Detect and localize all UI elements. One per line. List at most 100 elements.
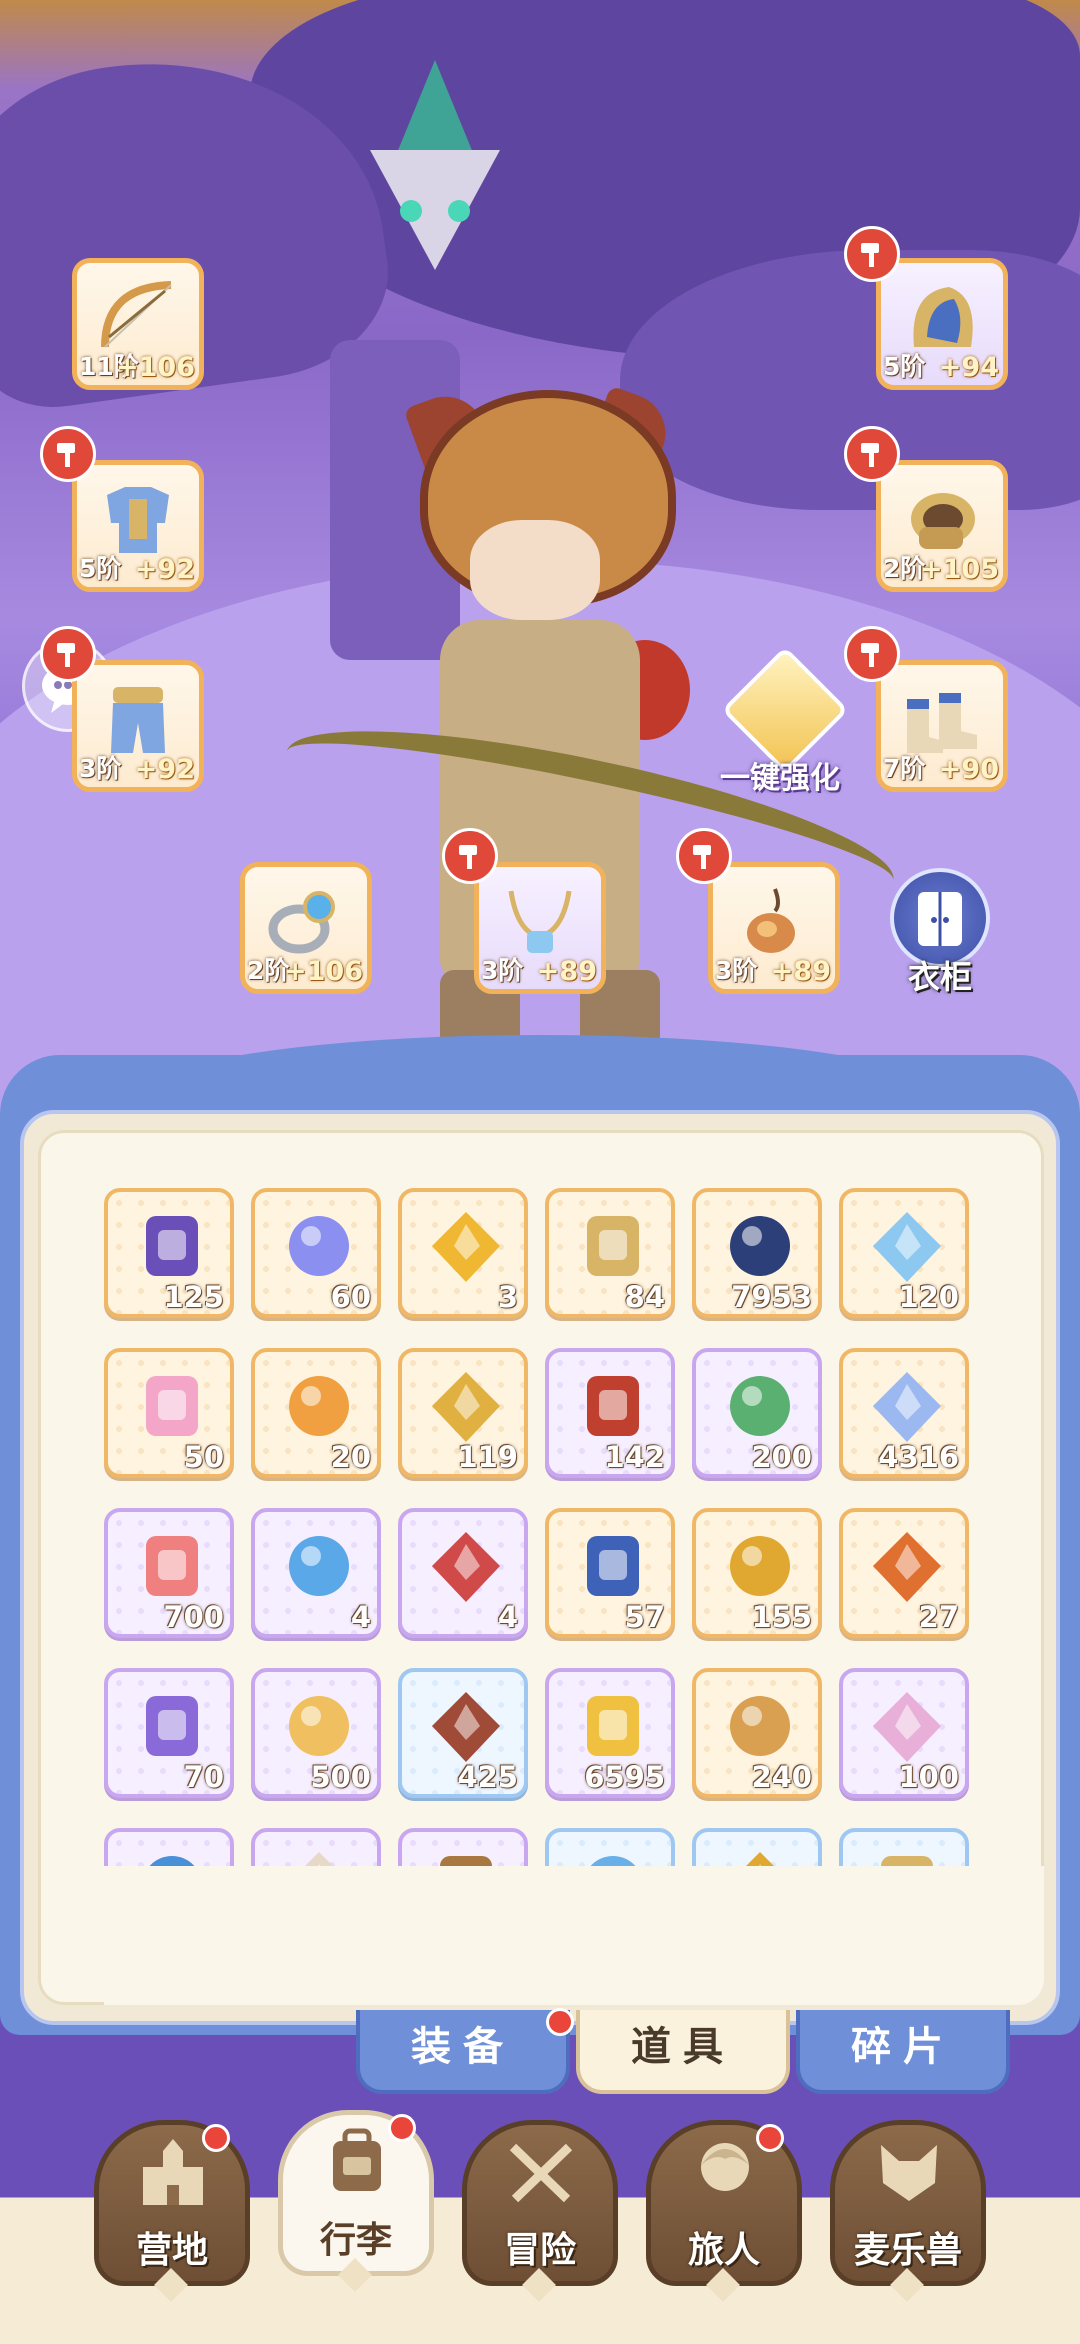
upgrade-hammer-badge [40,626,96,682]
equip-slot-pants[interactable]: 3阶 +92 [72,660,204,792]
inventory-item[interactable]: 125 [104,1188,234,1318]
tab-label: 道具 [631,2024,735,2070]
item-count: 200 [751,1440,812,1474]
item-count: 500 [310,1760,371,1794]
equip-level: 3阶 [79,754,122,783]
item-count: 20 [330,1440,371,1474]
paint-tube-icon [146,1376,198,1436]
nav-label: 营地 [135,2230,208,2271]
item-count: 155 [751,1600,812,1634]
character-face [470,520,600,620]
notification-dot [202,2124,230,2152]
item-count: 4 [350,1600,371,1634]
armor-icon [107,487,169,553]
traveler-icon [701,2143,749,2191]
enhance-all-label: 一键强化 [720,761,840,796]
inventory-item[interactable]: 4 [251,1508,381,1638]
blue-eye-card-icon [587,1536,639,1596]
bell-icon [432,1372,500,1442]
bow-icon [101,281,172,348]
equip-slot-ring[interactable]: 2阶 +106 [240,862,372,994]
inventory-item[interactable]: 500 [251,1668,381,1798]
equip-slot-charm[interactable]: 3阶 +89 [708,862,840,994]
equip-bonus: +89 [770,956,831,987]
equip-bonus: +92 [134,754,195,785]
notification-dot [756,2124,784,2152]
necklace-icon [508,890,572,953]
tab-label: 碎片 [851,2024,955,2070]
inventory-item[interactable]: 57 [545,1508,675,1638]
inventory-item[interactable]: 240 [692,1668,822,1798]
nav-beast[interactable]: 麦乐兽 [830,2120,986,2302]
wardrobe-icon [918,892,962,946]
gauntlet-icon [911,493,975,549]
equip-level: 5阶 [883,352,926,381]
wardrobe-button[interactable]: 衣柜 [884,868,996,996]
crossed-swords-icon [509,2143,573,2203]
item-count: 6595 [584,1760,665,1794]
upgrade-hammer-badge [40,426,96,482]
inventory-item[interactable]: 7953 [692,1188,822,1318]
nav-label: 麦乐兽 [853,2230,962,2271]
inventory-item[interactable]: 120 [839,1188,969,1318]
notification-dot [546,2008,574,2036]
equip-slot-armor[interactable]: 5阶 +92 [72,460,204,592]
inventory-item[interactable]: 84 [545,1188,675,1318]
inventory-item[interactable]: 4316 [839,1348,969,1478]
equip-bonus: +90 [938,754,999,785]
inventory-item[interactable]: 4 [398,1508,528,1638]
meat-icon [432,1692,500,1762]
equip-slot-necklace[interactable]: 3阶 +89 [474,862,606,994]
tab-equipment[interactable]: 装备 [356,2010,570,2094]
item-count: 100 [898,1760,959,1794]
inventory-item[interactable]: 119 [398,1348,528,1478]
boots-icon [907,693,977,753]
inventory-item[interactable]: 50 [104,1348,234,1478]
inventory-item[interactable]: 3 [398,1188,528,1318]
equip-bonus: +94 [938,352,999,383]
wardrobe-label: 衣柜 [907,958,972,996]
outfit-card-icon [289,1376,349,1436]
item-count: 60 [330,1280,371,1314]
inventory-item[interactable]: 700 [104,1508,234,1638]
gold-eye-card-icon [730,1536,790,1596]
inventory-item[interactable]: 142 [545,1348,675,1478]
equip-slot-bow[interactable]: 11阶 +106 [72,258,204,390]
upgrade-hammer-badge [844,426,900,482]
hammer-icon [861,643,879,667]
inventory-item[interactable]: 100 [839,1668,969,1798]
cat-mirror-icon [146,1696,198,1756]
item-count: 125 [163,1280,224,1314]
item-count: 50 [183,1440,224,1474]
inventory-item[interactable]: 155 [692,1508,822,1638]
hammer-icon [57,643,75,667]
inventory-grid[interactable]: 125 60 3 84 7953 120 50 20 119 142 200 4316 700 4 4 57 1… [38,1130,1044,2005]
equip-slot-helmet[interactable]: 5阶 +94 [876,258,1008,390]
lyre-icon [587,1216,639,1276]
item-count: 425 [457,1760,518,1794]
inventory-item[interactable]: 27 [839,1508,969,1638]
equip-slot-gauntlet[interactable]: 2阶 +105 [876,460,1008,592]
inventory-item[interactable]: 6595 [545,1668,675,1798]
inventory-item[interactable]: 20 [251,1348,381,1478]
cat-beast-icon [881,2145,937,2201]
pants-icon [111,687,165,753]
tab-items[interactable]: 道具 [576,2010,790,2094]
hammer-icon [861,443,879,467]
inventory-item[interactable]: 60 [251,1188,381,1318]
nav-adventure[interactable]: 冒险 [462,2120,618,2302]
equip-slot-boots[interactable]: 7阶 +90 [876,660,1008,792]
enhance-all-button[interactable]: 一键强化 [700,646,860,796]
equip-level: 3阶 [715,956,758,985]
red-eye-card-icon [873,1532,941,1602]
cheese-icon [289,1696,349,1756]
helmet-icon [913,287,973,347]
paper-plane-icon [289,1216,349,1276]
item-count: 84 [624,1280,665,1314]
inventory-item[interactable]: 425 [398,1668,528,1798]
inventory-item[interactable]: 70 [104,1668,234,1798]
tab-fragments[interactable]: 碎片 [796,2010,1010,2094]
equip-bonus: +92 [134,554,195,585]
item-count: 27 [918,1600,959,1634]
inventory-item[interactable]: 200 [692,1348,822,1478]
